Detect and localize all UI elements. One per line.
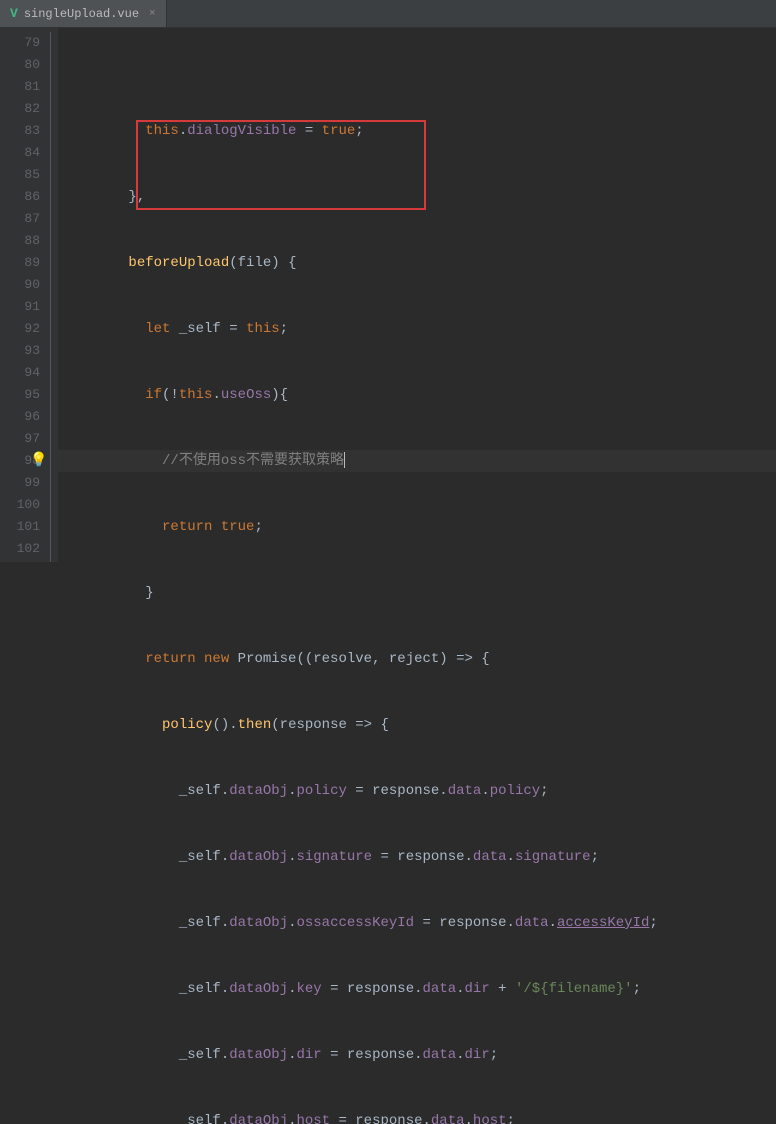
code-line: _self.dataObj.dir = response.data.dir; — [58, 1044, 776, 1066]
code-line: _self.dataObj.key = response.data.dir + … — [58, 978, 776, 1000]
line-gutter: 79 80 81 82 83 84 85 86 87 88 89 90 91 9… — [0, 28, 58, 562]
line-number: 93 — [0, 340, 40, 362]
line-number: 92 — [0, 318, 40, 340]
code-line: let _self = this; — [58, 318, 776, 340]
line-number: 100 — [0, 494, 40, 516]
line-number: 80 — [0, 54, 40, 76]
line-number: 83 — [0, 120, 40, 142]
code-line: _self.dataObj.host = response.data.host; — [58, 1110, 776, 1124]
code-line: policy().then(response => { — [58, 714, 776, 736]
code-line: return true; — [58, 516, 776, 538]
line-number: 79 — [0, 32, 40, 54]
code-line: }, — [58, 186, 776, 208]
line-number: 99 — [0, 472, 40, 494]
file-tab[interactable]: V singleUpload.vue × — [0, 0, 167, 27]
line-number: 87 — [0, 208, 40, 230]
line-number: 94 — [0, 362, 40, 384]
code-line: return new Promise((resolve, reject) => … — [58, 648, 776, 670]
line-number: 95 — [0, 384, 40, 406]
line-number: 82 — [0, 98, 40, 120]
close-icon[interactable]: × — [149, 8, 156, 20]
line-number: 81 — [0, 76, 40, 98]
line-number: 88 — [0, 230, 40, 252]
line-number: 86 — [0, 186, 40, 208]
lightbulb-icon[interactable]: 💡 — [30, 450, 47, 472]
line-number: 96 — [0, 406, 40, 428]
code-line: if(!this.useOss){ — [58, 384, 776, 406]
code-line: _self.dataObj.signature = response.data.… — [58, 846, 776, 868]
line-number: 101 — [0, 516, 40, 538]
tab-filename: singleUpload.vue — [24, 7, 139, 21]
line-number: 84 — [0, 142, 40, 164]
line-number: 102 — [0, 538, 40, 560]
vue-icon: V — [10, 6, 18, 21]
code-line: } — [58, 582, 776, 604]
code-line: this.dialogVisible = true; — [58, 120, 776, 142]
code-line-active: 💡 //不使用oss不需要获取策略 — [58, 450, 776, 472]
text-cursor — [344, 452, 345, 468]
tab-bar: V singleUpload.vue × — [0, 0, 776, 28]
line-number: 85 — [0, 164, 40, 186]
code-line: _self.dataObj.policy = response.data.pol… — [58, 780, 776, 802]
code-line: _self.dataObj.ossaccessKeyId = response.… — [58, 912, 776, 934]
line-number: 89 — [0, 252, 40, 274]
line-number: 91 — [0, 296, 40, 318]
editor: 79 80 81 82 83 84 85 86 87 88 89 90 91 9… — [0, 28, 776, 562]
line-number: 90 — [0, 274, 40, 296]
line-number: 97 — [0, 428, 40, 450]
code-area[interactable]: this.dialogVisible = true; }, beforeUplo… — [58, 28, 776, 562]
code-line: beforeUpload(file) { — [58, 252, 776, 274]
